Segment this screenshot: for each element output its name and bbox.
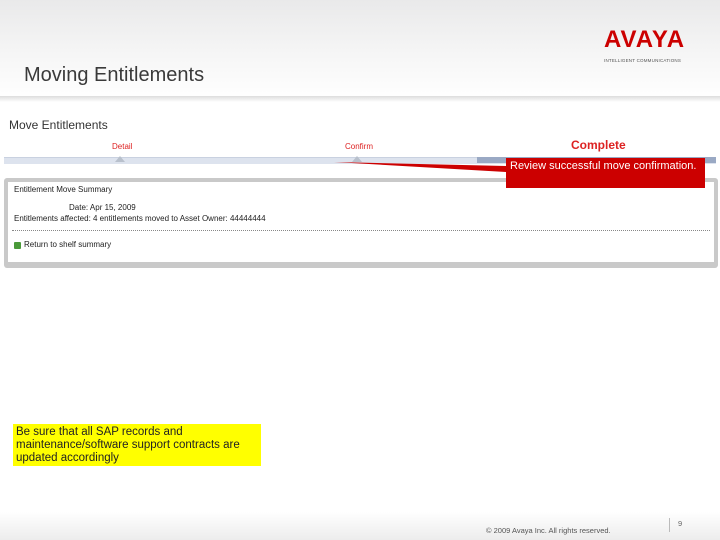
callout-box: Review successful move confirmation. bbox=[506, 158, 705, 188]
note-box: Be sure that all SAP records and mainten… bbox=[13, 424, 261, 466]
page-number: 9 bbox=[678, 519, 683, 528]
footer-copyright: © 2009 Avaya Inc. All rights reserved. bbox=[486, 526, 611, 535]
footer-background bbox=[0, 512, 720, 540]
footer-separator bbox=[669, 518, 670, 532]
callout-pointer-shape bbox=[334, 162, 506, 172]
